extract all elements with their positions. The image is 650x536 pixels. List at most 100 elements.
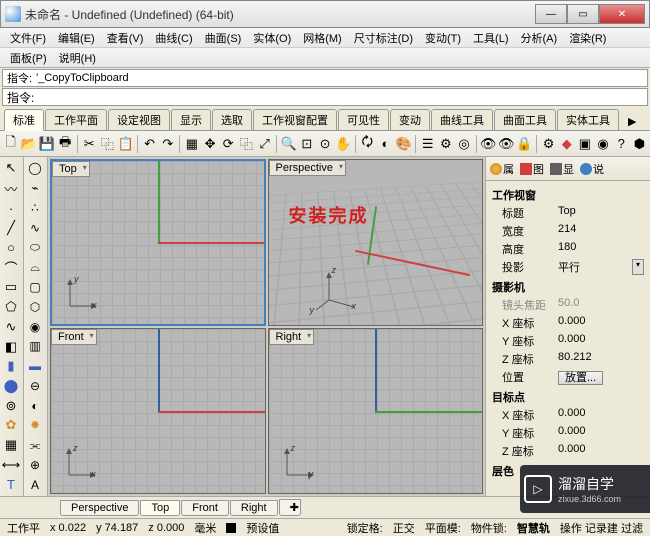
place-button[interactable]: 放置... xyxy=(558,371,603,385)
roundrect-icon[interactable]: ▢ xyxy=(24,278,46,297)
arc-icon[interactable]: ⌒ xyxy=(0,258,22,277)
scale-icon[interactable]: ⤢ xyxy=(256,134,273,154)
viewport-top-title[interactable]: Top xyxy=(52,161,90,177)
sb-rest[interactable]: 操作 记录建 过滤 xyxy=(557,520,646,536)
menu-render[interactable]: 渲染(R) xyxy=(563,30,612,46)
btab-front[interactable]: Front xyxy=(181,500,229,516)
props-icon[interactable]: ⚙ xyxy=(437,134,454,154)
select-icon[interactable]: ↖ xyxy=(0,159,22,178)
arc2-icon[interactable]: ⌓ xyxy=(24,258,46,277)
panel-tab-layers[interactable]: 图 xyxy=(518,161,546,177)
surface-icon[interactable]: ◧ xyxy=(0,337,22,356)
point-icon[interactable]: · xyxy=(0,199,22,218)
spiral-icon[interactable]: ◉ xyxy=(24,317,46,336)
menu-curve[interactable]: 曲线(C) xyxy=(149,30,198,46)
shade-icon[interactable]: ◐ xyxy=(377,134,394,154)
tab-curve-tools[interactable]: 曲线工具 xyxy=(431,109,493,130)
explode-icon[interactable]: ✹ xyxy=(24,416,46,435)
proj-dropdown[interactable]: ▾ xyxy=(632,259,644,275)
lock-icon[interactable]: 🔒 xyxy=(516,134,533,154)
menu-solid[interactable]: 实体(O) xyxy=(247,30,297,46)
move-icon[interactable]: ✥ xyxy=(201,134,218,154)
viewport-right[interactable]: Right z y xyxy=(268,328,484,495)
viewport-front[interactable]: Front z x xyxy=(50,328,266,495)
tab-transform[interactable]: 变动 xyxy=(390,109,430,130)
dim-icon[interactable]: ⟷ xyxy=(0,456,22,475)
btab-right[interactable]: Right xyxy=(230,500,278,516)
circle-icon[interactable]: ○ xyxy=(0,238,22,257)
zoom-window-icon[interactable]: ⊡ xyxy=(298,134,315,154)
tab-surface-tools[interactable]: 曲面工具 xyxy=(494,109,556,130)
sb-planar[interactable]: 平面模: xyxy=(422,520,464,536)
ellipse-icon[interactable]: ⬭ xyxy=(24,238,46,257)
menu-surface[interactable]: 曲面(S) xyxy=(199,30,248,46)
close-button[interactable]: ✕ xyxy=(599,4,645,24)
tab-display[interactable]: 显示 xyxy=(171,109,211,130)
viewport-persp-title[interactable]: Perspective xyxy=(269,160,346,176)
loft-icon[interactable]: ▥ xyxy=(24,337,46,356)
menu-dimension[interactable]: 尺寸标注(D) xyxy=(348,30,419,46)
cylinder-icon[interactable]: ⬤ xyxy=(0,377,22,396)
mesh-icon[interactable]: ▦ xyxy=(0,436,22,455)
panel-tab-properties[interactable]: 属 xyxy=(488,161,516,177)
copy-icon[interactable]: ⿻ xyxy=(99,134,116,154)
tab-select[interactable]: 选取 xyxy=(212,109,252,130)
layers-icon[interactable]: ☰ xyxy=(419,134,436,154)
line-icon[interactable]: ╱ xyxy=(0,218,22,237)
cog-icon[interactable]: ✿ xyxy=(0,416,22,435)
save-icon[interactable]: 💾 xyxy=(38,134,55,154)
copy2-icon[interactable]: ⿻ xyxy=(238,134,255,154)
menu-transform[interactable]: 变动(T) xyxy=(419,30,467,46)
open-icon[interactable]: 📂 xyxy=(20,134,37,154)
tool-b-icon[interactable]: ▣ xyxy=(576,134,593,154)
btab-perspective[interactable]: Perspective xyxy=(60,500,139,516)
osnap-icon[interactable]: ◎ xyxy=(455,134,472,154)
sb-unit[interactable]: 毫米 xyxy=(191,520,219,536)
options-icon[interactable]: ⚙ xyxy=(540,134,557,154)
sb-layer-color[interactable] xyxy=(223,522,239,534)
tool-c-icon[interactable]: ◉ xyxy=(595,134,612,154)
menu-tools[interactable]: 工具(L) xyxy=(467,30,514,46)
minimize-button[interactable]: — xyxy=(535,4,567,24)
tab-solid-tools[interactable]: 实体工具 xyxy=(557,109,619,130)
tab-standard[interactable]: 标准 xyxy=(4,109,44,131)
sb-preset[interactable]: 预设值 xyxy=(243,520,282,536)
btab-top[interactable]: Top xyxy=(140,500,180,516)
tab-viewport-layout[interactable]: 工作视窗配置 xyxy=(253,109,337,130)
revolve-icon[interactable]: ⊖ xyxy=(24,376,46,395)
tab-visibility[interactable]: 可见性 xyxy=(338,109,389,130)
tab-setview[interactable]: 设定视图 xyxy=(108,109,170,130)
lasso-icon[interactable]: 〰 xyxy=(0,179,22,198)
menu-help[interactable]: 说明(H) xyxy=(53,50,102,66)
rect-icon[interactable]: ▭ xyxy=(0,278,22,297)
zoom-selected-icon[interactable]: ⊙ xyxy=(316,134,333,154)
maximize-button[interactable]: ▭ xyxy=(567,4,599,24)
sphere-icon[interactable]: ⊚ xyxy=(0,396,22,415)
viewport-perspective[interactable]: Perspective 安装完成 z x y xyxy=(268,159,484,326)
tool-a-icon[interactable]: ◆ xyxy=(558,134,575,154)
command-input[interactable] xyxy=(38,91,643,103)
viewport-top[interactable]: Top y x xyxy=(50,159,266,326)
menu-mesh[interactable]: 网格(M) xyxy=(297,30,348,46)
boolean-icon[interactable]: ◐ xyxy=(24,396,46,415)
tab-overflow[interactable]: ▶ xyxy=(620,113,644,130)
rotate-view-icon[interactable]: 🗘 xyxy=(359,134,376,154)
sb-cplane[interactable]: 工作平 xyxy=(4,520,43,536)
menu-view[interactable]: 查看(V) xyxy=(101,30,150,46)
polygon-icon[interactable]: ⬠ xyxy=(0,298,22,317)
panel-tab-help[interactable]: 说 xyxy=(578,161,606,177)
sb-ortho[interactable]: 正交 xyxy=(390,520,418,536)
new-icon[interactable]: 🗋 xyxy=(2,134,19,154)
show-icon[interactable]: 👁 xyxy=(498,134,515,154)
panel-tab-display[interactable]: 显 xyxy=(548,161,576,177)
join-icon[interactable]: ⫘ xyxy=(24,436,46,455)
pan-icon[interactable]: ✋ xyxy=(335,134,352,154)
point2-icon[interactable]: ∴ xyxy=(24,199,46,218)
menu-file[interactable]: 文件(F) xyxy=(4,30,52,46)
render-icon[interactable]: 🎨 xyxy=(395,134,412,154)
viewport-right-title[interactable]: Right xyxy=(269,329,315,345)
extrude-icon[interactable]: ▬ xyxy=(24,357,46,376)
viewport-front-title[interactable]: Front xyxy=(51,329,97,345)
zoom-extents-icon[interactable]: 🔍 xyxy=(280,134,297,154)
polyline-icon[interactable]: ⌁ xyxy=(24,179,46,198)
